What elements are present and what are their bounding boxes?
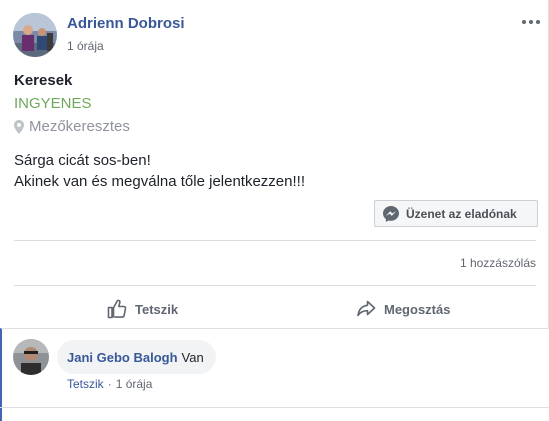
share-label: Megosztás — [384, 301, 451, 317]
location-label: Mezőkeresztes — [29, 118, 130, 135]
message-seller-button[interactable]: Üzenet az eladónak — [374, 200, 538, 227]
comment-text: Van — [181, 349, 204, 365]
author-avatar[interactable] — [13, 13, 57, 57]
author-name[interactable]: Adrienn Dobrosi — [67, 15, 185, 32]
commenter-avatar[interactable] — [13, 339, 49, 375]
commenter-name[interactable]: Jani Gebo Balogh — [67, 350, 178, 365]
marketplace-post-card: Adrienn Dobrosi 1 órája Keresek INGYENES… — [0, 0, 549, 421]
post-timestamp[interactable]: 1 órája — [67, 39, 104, 53]
meta-separator: · — [107, 377, 112, 391]
thumbs-up-icon — [107, 299, 127, 319]
comment-like-link[interactable]: Tetszik — [67, 377, 104, 391]
share-arrow-icon — [357, 300, 376, 317]
divider — [0, 407, 549, 408]
listing-title: Keresek — [14, 72, 73, 89]
message-seller-label: Üzenet az eladónak — [406, 206, 517, 221]
comment-meta: Tetszik · 1 órája — [67, 377, 152, 391]
like-label: Tetszik — [135, 301, 179, 317]
divider — [14, 285, 536, 286]
comment-count[interactable]: 1 hozzászólás — [460, 256, 536, 270]
listing-location: Mezőkeresztes — [14, 118, 130, 135]
divider — [14, 240, 536, 241]
description-line: Sárga cicát sos-ben! — [14, 152, 151, 169]
location-pin-icon — [14, 119, 24, 134]
messenger-icon — [383, 205, 399, 222]
comment-timestamp[interactable]: 1 órája — [116, 377, 153, 391]
comment-bubble: Jani Gebo Balogh Van — [57, 340, 216, 374]
more-dots-icon[interactable] — [519, 14, 543, 30]
listing-price: INGYENES — [14, 95, 92, 112]
listing-description: Sárga cicát sos-ben! Akinek van és megvá… — [14, 150, 305, 192]
like-button[interactable]: Tetszik — [107, 297, 178, 321]
share-button[interactable]: Megosztás — [356, 297, 450, 321]
description-line: Akinek van és megválna tőle jelentkezzen… — [14, 173, 305, 190]
